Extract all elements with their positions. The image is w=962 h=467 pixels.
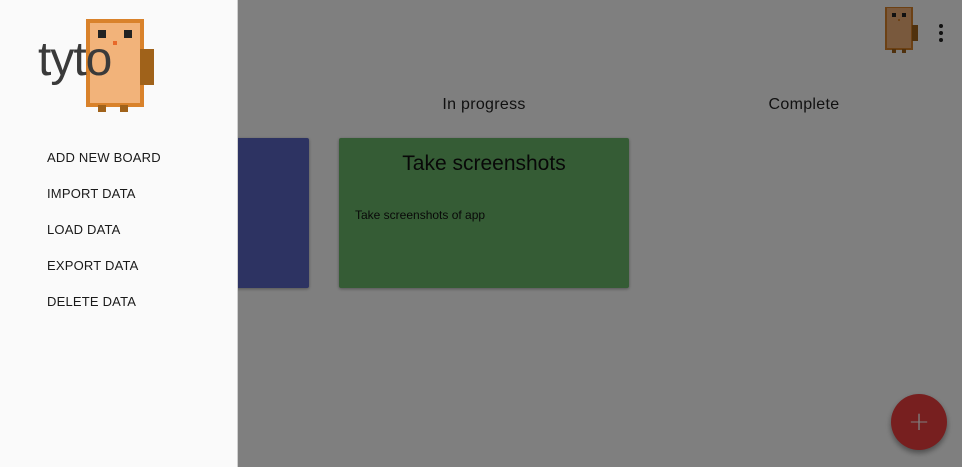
navigation-drawer: tyto ADD NEW BOARD IMPORT DATA LOAD DATA…	[0, 0, 238, 467]
menu-item-export-data[interactable]: EXPORT DATA	[47, 258, 161, 294]
menu-item-import-data[interactable]: IMPORT DATA	[47, 186, 161, 222]
drawer-menu: ADD NEW BOARD IMPORT DATA LOAD DATA EXPO…	[47, 150, 161, 330]
app-window: In progress Complete Take screenshots Ta…	[0, 0, 962, 467]
app-logo: tyto	[38, 18, 158, 114]
logo-wordmark: tyto	[38, 33, 112, 86]
menu-item-load-data[interactable]: LOAD DATA	[47, 222, 161, 258]
menu-item-delete-data[interactable]: DELETE DATA	[47, 294, 161, 330]
menu-item-add-new-board[interactable]: ADD NEW BOARD	[47, 150, 161, 186]
